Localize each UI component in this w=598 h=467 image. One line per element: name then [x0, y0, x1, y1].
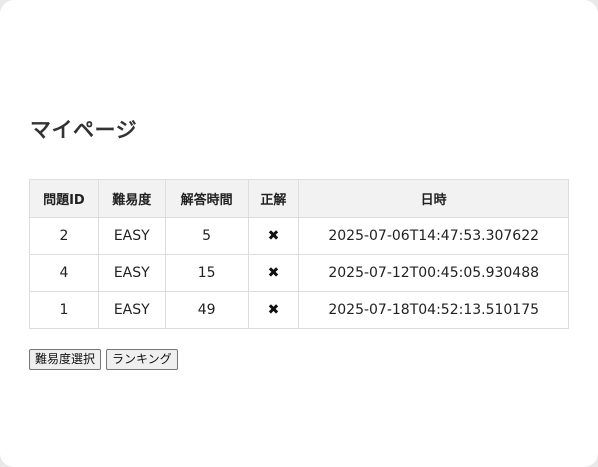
ranking-button[interactable]: ランキング	[106, 349, 178, 370]
difficulty-select-button[interactable]: 難易度選択	[29, 349, 102, 370]
cell-correct: ✖	[247, 254, 300, 292]
table-header-row: 問題ID 難易度 解答時間 正解 日時	[29, 179, 569, 218]
cell-correct: ✖	[247, 217, 300, 255]
header-correct: 正解	[247, 179, 300, 218]
cell-problem-id: 4	[29, 254, 99, 292]
table-row: 4 EASY 15 ✖ 2025-07-12T00:45:05.930488	[29, 254, 569, 292]
header-difficulty: 難易度	[97, 179, 166, 218]
action-buttons: 難易度選択 ランキング	[29, 349, 178, 370]
cell-difficulty: EASY	[97, 291, 166, 329]
table-row: 2 EASY 5 ✖ 2025-07-06T14:47:53.307622	[29, 217, 569, 255]
cell-answer-time: 5	[164, 217, 249, 255]
cell-datetime: 2025-07-06T14:47:53.307622	[298, 217, 569, 255]
cross-icon: ✖	[267, 265, 280, 281]
cell-datetime: 2025-07-12T00:45:05.930488	[298, 254, 569, 292]
cell-answer-time: 49	[164, 291, 249, 329]
answer-history-table: 問題ID 難易度 解答時間 正解 日時 2 EASY 5 ✖ 2025-07-0…	[29, 179, 569, 329]
header-problem-id: 問題ID	[29, 179, 99, 218]
cell-answer-time: 15	[164, 254, 249, 292]
cell-datetime: 2025-07-18T04:52:13.510175	[298, 291, 569, 329]
table-row: 1 EASY 49 ✖ 2025-07-18T04:52:13.510175	[29, 291, 569, 329]
cross-icon: ✖	[267, 302, 280, 318]
mypage-card: マイページ 問題ID 難易度 解答時間 正解 日時 2 EASY 5 ✖ 202…	[0, 0, 598, 467]
cell-correct: ✖	[247, 291, 300, 329]
cell-difficulty: EASY	[97, 254, 166, 292]
header-datetime: 日時	[298, 179, 569, 218]
header-answer-time: 解答時間	[164, 179, 249, 218]
page-title: マイページ	[30, 118, 138, 142]
cross-icon: ✖	[267, 228, 280, 244]
cell-problem-id: 2	[29, 217, 99, 255]
cell-difficulty: EASY	[97, 217, 166, 255]
cell-problem-id: 1	[29, 291, 99, 329]
